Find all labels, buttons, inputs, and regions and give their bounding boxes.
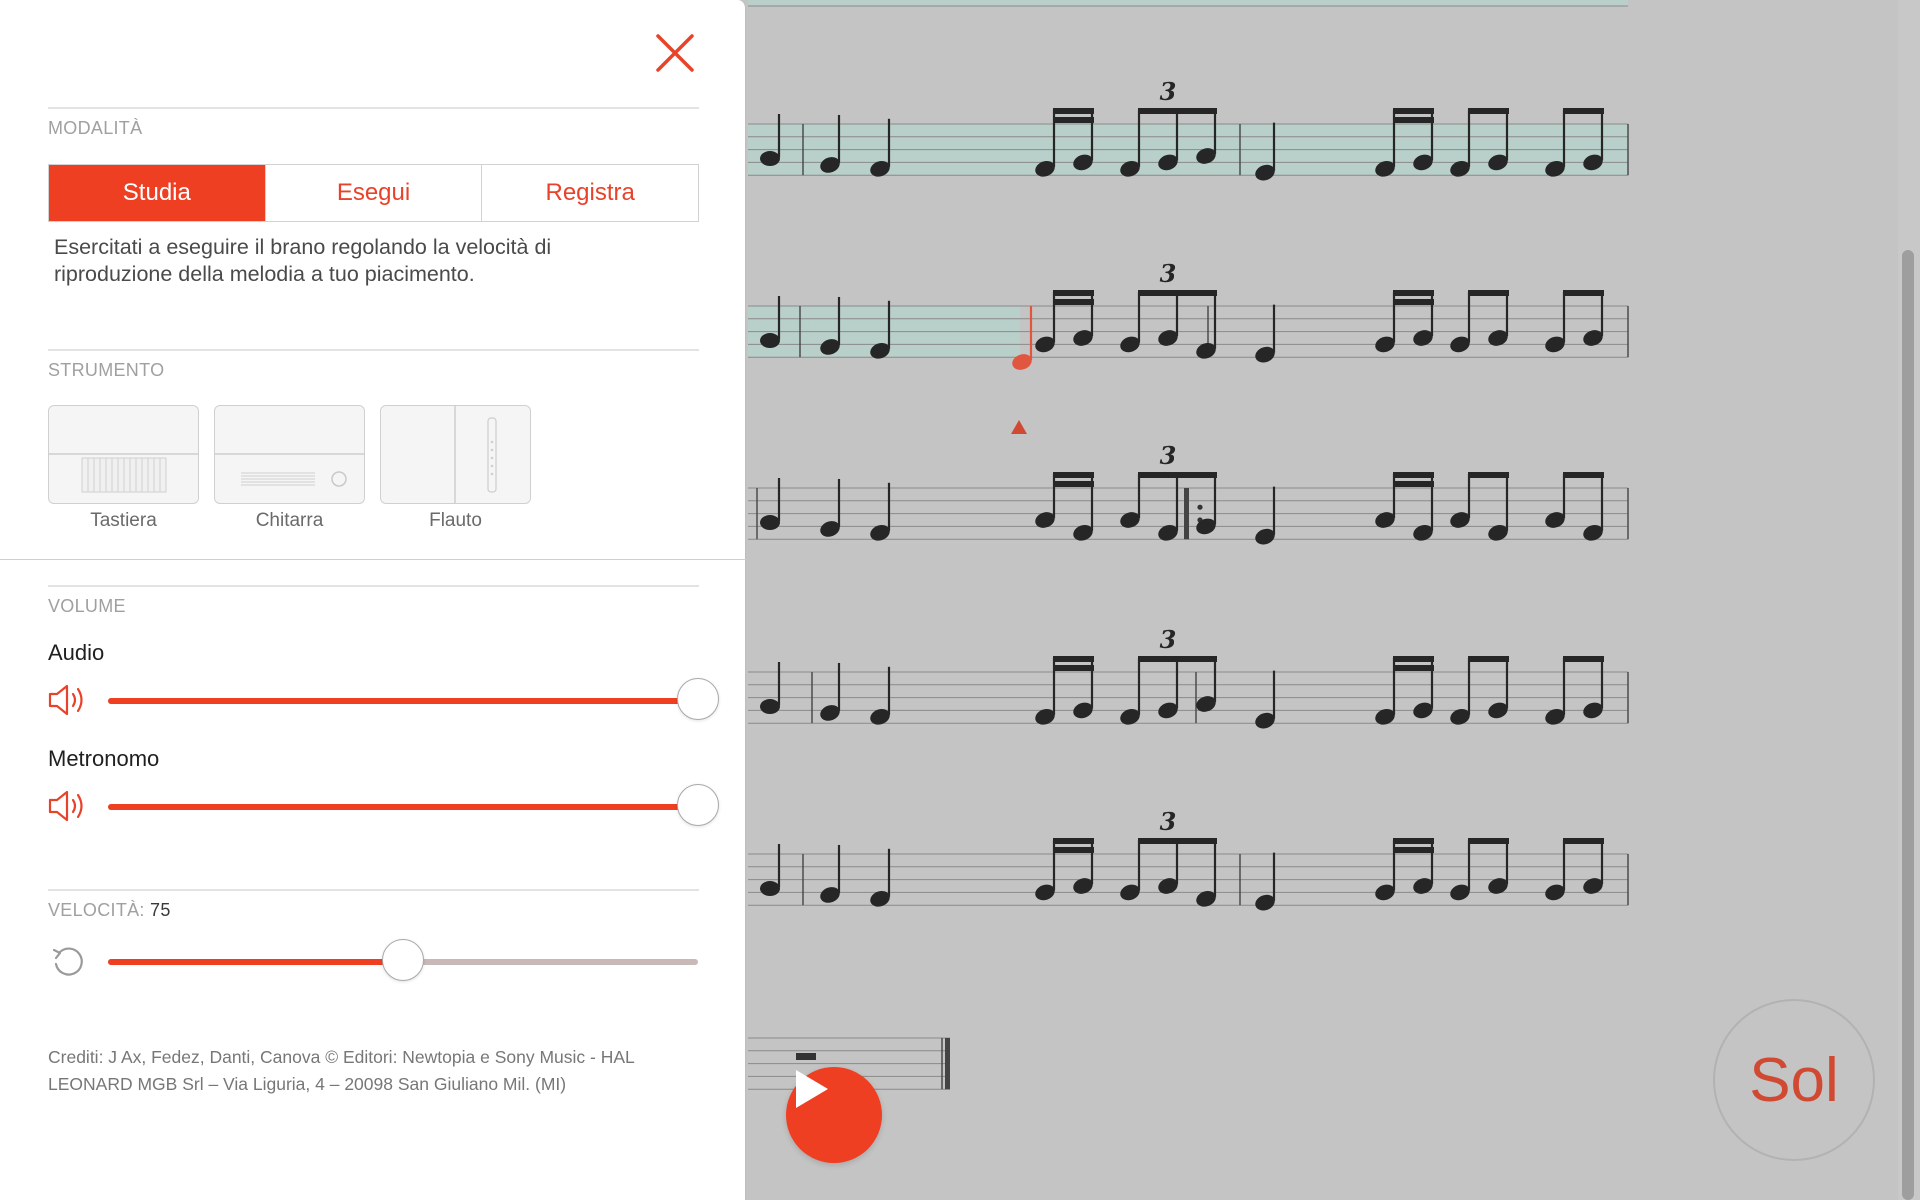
- instrument-flute-label: Flauto: [429, 510, 482, 531]
- settings-panel: MODALITÀ Studia Esegui Registra Esercita…: [0, 0, 746, 1200]
- divider: [48, 889, 699, 891]
- speed-section-label: VELOCITÀ:: [48, 900, 145, 920]
- guitar-icon: [215, 453, 364, 487]
- beam: [1563, 838, 1604, 844]
- beam: [1468, 472, 1509, 478]
- beam: [1393, 472, 1434, 478]
- instrument-section-label: STRUMENTO: [48, 360, 165, 380]
- instrument-guitar-label: Chitarra: [255, 510, 324, 531]
- triplet-label: 3: [1160, 807, 1177, 836]
- current-note-badge: Sol: [1713, 999, 1875, 1161]
- mode-section-label: MODALITÀ: [48, 118, 143, 138]
- speed-thumb[interactable]: [382, 939, 424, 981]
- audio-volume-fill: [108, 698, 698, 704]
- triplet-label: 3: [1160, 441, 1177, 470]
- audio-volume-thumb[interactable]: [677, 678, 719, 720]
- play-button[interactable]: [786, 1067, 882, 1163]
- beam: [1468, 656, 1509, 662]
- tab-studia[interactable]: Studia: [49, 165, 265, 221]
- tab-registra[interactable]: Registra: [481, 165, 698, 221]
- beam: [1393, 838, 1434, 844]
- beam: [1053, 838, 1094, 844]
- close-x-icon: [656, 34, 694, 72]
- play-icon: [796, 1070, 828, 1108]
- speed-slider[interactable]: [108, 939, 698, 981]
- mode-segmented-control: Studia Esegui Registra: [48, 164, 699, 222]
- reset-icon[interactable]: [50, 944, 86, 980]
- volume-section-label: VOLUME: [48, 596, 126, 616]
- note-head: [760, 515, 780, 531]
- speaker-icon: [48, 790, 83, 822]
- panel-separator: [0, 559, 746, 560]
- beam: [1138, 108, 1217, 114]
- speed-section: VELOCITÀ: 75: [48, 900, 171, 921]
- metronome-label: Metronomo: [48, 746, 160, 771]
- metronome-volume-fill: [108, 804, 698, 810]
- note-head: [760, 151, 780, 167]
- beam: [1563, 472, 1604, 478]
- instrument-keyboard-button[interactable]: [48, 405, 199, 504]
- instrument-guitar-button[interactable]: [214, 405, 365, 504]
- beam: [1053, 117, 1094, 123]
- beam: [1053, 481, 1094, 487]
- keyboard-icon: [49, 453, 198, 493]
- divider: [48, 349, 699, 351]
- speed-value: 75: [150, 900, 171, 920]
- note-head: [760, 881, 780, 897]
- triplet-label: 3: [1160, 625, 1177, 654]
- note-head: [760, 699, 780, 715]
- highlight-region: [748, 0, 1628, 6]
- beam: [1393, 847, 1434, 853]
- audio-volume-slider[interactable]: [108, 678, 719, 720]
- beam: [1393, 299, 1434, 305]
- divider: [48, 585, 699, 587]
- audio-label: Audio: [48, 640, 105, 665]
- rest: [796, 1053, 816, 1060]
- beam: [1138, 290, 1217, 296]
- beam: [1393, 656, 1434, 662]
- beam: [1053, 108, 1094, 114]
- beam: [1393, 290, 1434, 296]
- speed-fill: [108, 959, 403, 965]
- tab-esegui[interactable]: Esegui: [264, 165, 482, 221]
- beam: [1138, 838, 1217, 844]
- beam: [1053, 656, 1094, 662]
- repeat-barline: [1184, 488, 1189, 540]
- beam: [1393, 108, 1434, 114]
- credits-text: Crediti: J Ax, Fedez, Danti, Canova © Ed…: [48, 1047, 635, 1094]
- current-note-label: Sol: [1749, 1045, 1839, 1115]
- beam: [1138, 656, 1217, 662]
- beam: [1053, 665, 1094, 671]
- playhead-marker: [1011, 420, 1027, 434]
- repeat-dot: [1197, 504, 1203, 510]
- triplet-label: 3: [1160, 259, 1177, 288]
- metronome-volume-thumb[interactable]: [677, 784, 719, 826]
- beam: [1053, 472, 1094, 478]
- beam: [1138, 472, 1217, 478]
- beam: [1053, 299, 1094, 305]
- speaker-icon: [48, 684, 83, 716]
- beam: [1563, 108, 1604, 114]
- scrollbar-thumb[interactable]: [1902, 250, 1914, 1200]
- beam: [1563, 656, 1604, 662]
- metronome-volume-slider[interactable]: [108, 784, 719, 826]
- beam: [1393, 665, 1434, 671]
- beam: [1468, 290, 1509, 296]
- beam: [1563, 290, 1604, 296]
- beam: [1053, 847, 1094, 853]
- note-head: [760, 333, 780, 349]
- mode-description: Esercitati a eseguire il brano regolando…: [54, 235, 552, 286]
- flute-icon: [454, 406, 497, 503]
- beam: [1393, 481, 1434, 487]
- final-barline: [945, 1038, 950, 1090]
- beam: [1393, 117, 1434, 123]
- instrument-flute-button[interactable]: [380, 405, 531, 504]
- beam: [1468, 838, 1509, 844]
- beam: [1468, 108, 1509, 114]
- instrument-keyboard-label: Tastiera: [90, 510, 157, 531]
- divider: [48, 107, 699, 109]
- triplet-label: 3: [1160, 77, 1177, 106]
- close-button[interactable]: [650, 28, 700, 78]
- beam: [1053, 290, 1094, 296]
